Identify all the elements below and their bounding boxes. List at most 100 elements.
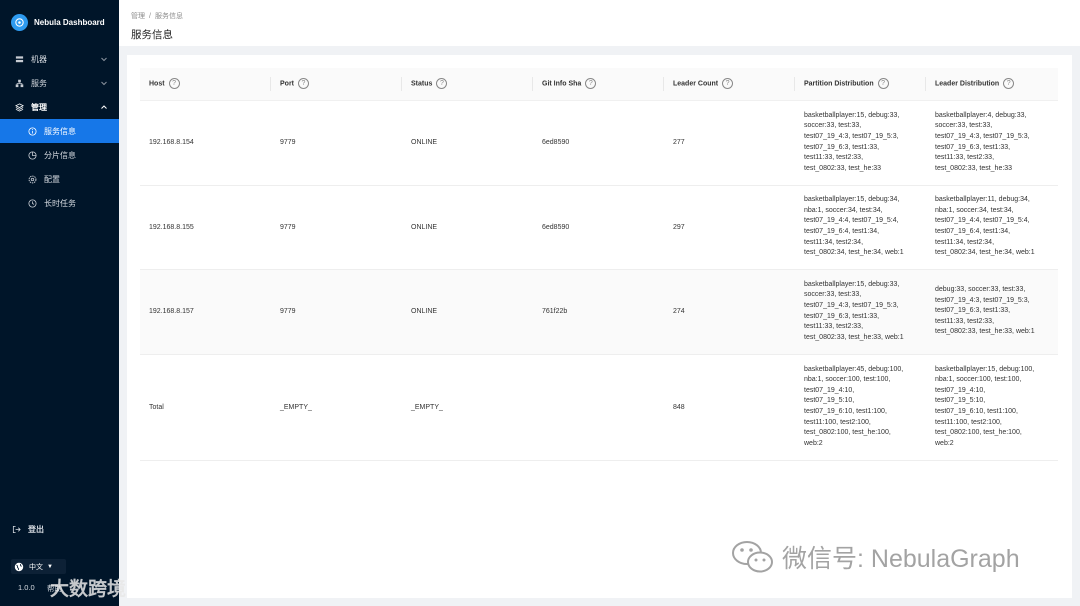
leader-count-cell: 297 <box>664 185 795 270</box>
sidebar-item-label: 服务 <box>31 78 47 88</box>
distribution-line: test_0802:34, test_he:34, web:1 <box>804 249 904 257</box>
distribution-line: test07_19_5:10, <box>935 397 986 405</box>
leader-distribution-cell: debug:33, soccer:33, test:33, test07_19_4… <box>926 269 1058 355</box>
sidebar-item-machine[interactable]: 机器 <box>0 47 119 71</box>
host-cell: 192.168.8.157 <box>140 269 271 355</box>
distribution-line: basketballplayer:15, debug:33, <box>804 111 900 119</box>
port-cell: 9779 <box>271 269 402 355</box>
distribution-line: test11:100, test2:100, <box>935 418 1002 426</box>
partition-distribution-cell: basketballplayer:15, debug:34, nba:1, soc… <box>795 185 926 270</box>
language-select[interactable]: 中文 ▼ <box>11 559 66 574</box>
distribution-line: basketballplayer:15, debug:33, <box>804 280 900 288</box>
question-circle-icon[interactable]: ? <box>436 78 448 90</box>
distribution-line: test07_19_4:10, <box>804 386 855 394</box>
table-row: 192.168.8.157 9779 ONLINE 761f22b 274 ba… <box>140 269 1058 355</box>
partition-distribution-cell: basketballplayer:15, debug:33, soccer:33,… <box>795 269 926 355</box>
caret-down-icon: ▼ <box>47 563 53 570</box>
leader-distribution-cell: basketballplayer:11, debug:34, nba:1, soc… <box>926 185 1058 270</box>
sidebar-item-long-task[interactable]: 长时任务 <box>0 191 119 215</box>
distribution-line: test07_19_6:3, test1:33, <box>804 312 880 320</box>
sidebar-item-config[interactable]: 配置 <box>0 167 119 191</box>
git-sha-cell <box>533 354 664 461</box>
question-circle-icon[interactable]: ? <box>298 78 309 90</box>
chevron-down-icon <box>100 79 108 87</box>
wechat-watermark-text: 微信号: NebulaGraph <box>782 545 1020 573</box>
leader-count-cell: 848 <box>664 354 795 461</box>
logout-icon <box>11 524 21 534</box>
distribution-line: test07_19_6:4, test1:34, <box>804 228 880 235</box>
leader-count-cell: 277 <box>664 100 795 186</box>
sidebar-item-service[interactable]: 服务 <box>0 71 119 95</box>
breadcrumb-item[interactable]: 管理 <box>131 13 145 20</box>
clock-icon <box>27 198 37 208</box>
distribution-line: nba:1, soccer:34, test:34, <box>935 206 1014 214</box>
sidebar-item-label: 长时任务 <box>44 198 76 208</box>
host-cell: 192.168.8.155 <box>140 185 271 270</box>
distribution-line: basketballplayer:4, debug:33, <box>935 111 1027 119</box>
distribution-line: test_0802:33, test_he:33 <box>804 164 882 172</box>
distribution-line: test07_19_6:4, test1:34, <box>935 228 1011 235</box>
distribution-line: soccer:33, test:33, <box>935 122 993 130</box>
status-badge: ONLINE <box>402 100 533 186</box>
distribution-line: test07_19_4:4, test07_19_5:4, <box>804 217 899 225</box>
distribution-line: test07_19_4:3, test07_19_5:3, <box>804 132 899 140</box>
distribution-line: test07_19_5:10, <box>804 397 855 405</box>
chevron-up-icon <box>100 103 108 111</box>
distribution-line: test11:33, test2:33, <box>804 323 864 331</box>
distribution-line: test07_19_4:3, test07_19_5:3, <box>935 132 1030 140</box>
port-cell: _EMPTY_ <box>271 354 402 461</box>
distribution-line: test07_19_4:4, test07_19_5:4, <box>935 217 1030 225</box>
cross-watermark-text: 大数跨境 <box>50 579 127 600</box>
column-header-leader-distribution: Leader Distribution? <box>926 68 1058 101</box>
machine-icon <box>14 54 24 64</box>
partition-icon <box>27 150 37 160</box>
distribution-line: soccer:33, test:33, <box>804 291 862 299</box>
column-header-leader-count: Leader Count? <box>664 68 795 101</box>
distribution-line: web:2 <box>935 439 954 447</box>
distribution-line: test11:33, test2:33, <box>935 154 995 162</box>
column-header-git-sha: Git Info Sha? <box>533 68 664 101</box>
sidebar-item-management[interactable]: 管理 <box>0 95 119 119</box>
distribution-line: test11:100, test2:100, <box>804 418 871 426</box>
port-cell: 9779 <box>271 100 402 186</box>
sidebar-item-label: 管理 <box>31 102 47 112</box>
port-cell: 9779 <box>271 185 402 270</box>
status-badge: ONLINE <box>402 269 533 355</box>
table-row: 192.168.8.155 9779 ONLINE 6ed8590 297 ba… <box>140 185 1058 270</box>
table-row: 192.168.8.154 9779 ONLINE 6ed8590 277 ba… <box>140 100 1058 186</box>
leader-count-cell: 274 <box>664 269 795 355</box>
question-circle-icon[interactable]: ? <box>877 78 889 90</box>
sidebar-item-service-info[interactable]: 服务信息 <box>0 119 119 143</box>
status-badge: ONLINE <box>402 185 533 270</box>
host-cell: Total <box>140 354 271 461</box>
logout-button[interactable]: 登出 <box>0 517 119 541</box>
distribution-line: test07_19_4:10, <box>935 386 986 394</box>
distribution-line: test_0802:33, test_he:33 <box>935 164 1013 172</box>
question-circle-icon[interactable]: ? <box>585 78 597 90</box>
question-circle-icon[interactable]: ? <box>168 78 180 90</box>
distribution-line: test07_19_6:3, test1:33, <box>935 143 1011 151</box>
sidebar-item-label: 服务信息 <box>44 126 76 136</box>
nebula-logo-icon <box>11 13 28 31</box>
distribution-line: test07_19_6:3, test1:33, <box>935 307 1011 315</box>
question-circle-icon[interactable]: ? <box>1003 78 1015 90</box>
host-cell: 192.168.8.154 <box>140 100 271 186</box>
distribution-line: test_0802:34, test_he:34, web:1 <box>935 249 1035 257</box>
chevron-down-icon <box>100 55 108 63</box>
leader-distribution-cell: basketballplayer:15, debug:100, nba:1, so… <box>926 354 1058 461</box>
question-circle-icon[interactable]: ? <box>722 78 734 90</box>
wechat-icon <box>732 541 773 573</box>
sidebar-item-partition-info[interactable]: 分片信息 <box>0 143 119 167</box>
distribution-line: test11:34, test2:34, <box>804 238 864 246</box>
management-icon <box>14 102 24 112</box>
git-sha-cell: 6ed8590 <box>533 100 664 186</box>
distribution-line: test11:34, test2:34, <box>935 238 995 246</box>
breadcrumb-item: 服务信息 <box>154 13 183 20</box>
table-row-total: Total _EMPTY_ _EMPTY_ 848 basketballplay… <box>140 354 1058 461</box>
column-header-status: Status? <box>402 68 533 101</box>
sidebar: Nebula Dashboard 机器 服务 管理 服务信息 分片信息 配置 长… <box>0 0 119 606</box>
distribution-line: test07_19_6:10, test1:100, <box>935 408 1018 415</box>
app-logo[interactable]: Nebula Dashboard <box>0 0 119 44</box>
distribution-line: test07_19_6:10, test1:100, <box>804 408 887 415</box>
sidebar-item-label: 分片信息 <box>44 150 76 160</box>
